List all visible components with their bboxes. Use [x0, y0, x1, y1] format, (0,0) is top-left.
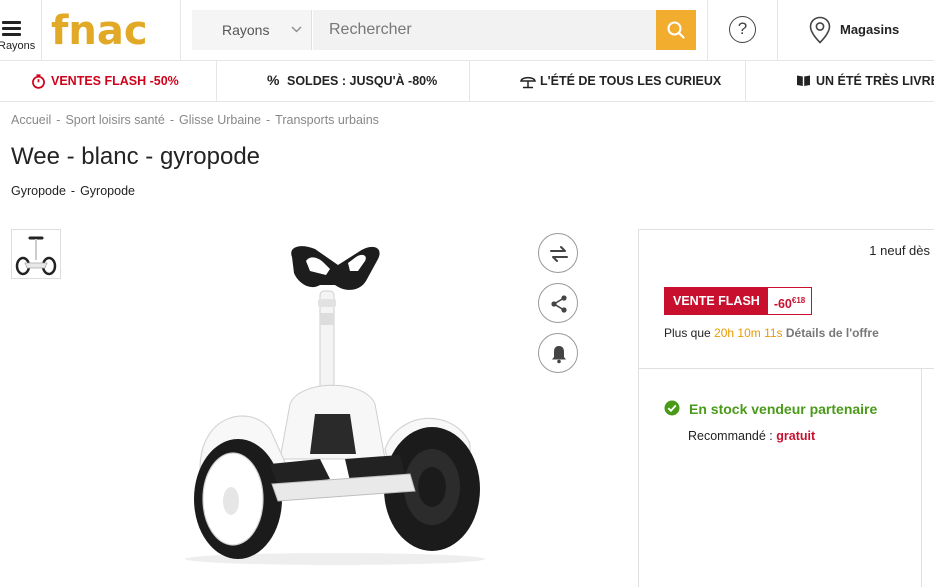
divider	[921, 369, 922, 587]
recommended-value: gratuit	[776, 429, 816, 443]
fnac-logo-icon: fnac	[51, 10, 148, 50]
promo-label: Soldes : jusqu'à -80%	[287, 74, 438, 88]
flash-discount: -60€18	[767, 288, 812, 314]
hamburger-icon	[2, 21, 21, 36]
breadcrumb-link[interactable]: Transports urbains	[275, 113, 379, 127]
search-bar: Rayons	[192, 10, 696, 50]
check-circle-icon	[664, 400, 680, 416]
delivery-recommendation: Recommandé : gratuit	[688, 429, 815, 443]
breadcrumb-link[interactable]: Glisse Urbaine	[179, 113, 261, 127]
recommended-label: Recommandé :	[688, 429, 773, 443]
bell-icon	[552, 346, 566, 364]
swap-arrows-icon	[550, 246, 568, 262]
parasol-icon	[520, 76, 536, 89]
menu-button[interactable]: Rayons	[0, 0, 42, 60]
book-icon	[797, 75, 810, 86]
product-categories: Gyropode - Gyropode	[11, 184, 135, 198]
promo-ventes-flash[interactable]: Ventes flash -50%	[0, 61, 217, 101]
flash-timer: Plus que 20h 10m 11s Détails de l'offre	[664, 326, 879, 340]
share-button[interactable]	[538, 283, 578, 323]
menu-label: Rayons	[0, 40, 36, 52]
breadcrumb-link[interactable]: Sport loisirs santé	[65, 113, 164, 127]
alert-button[interactable]	[538, 333, 578, 373]
promo-ete-livre[interactable]: Un été très livre	[746, 61, 934, 101]
promo-ete-curieux[interactable]: L'été de tous les curieux	[470, 61, 746, 101]
stores-label: Magasins	[840, 22, 900, 37]
product-title: Wee - blanc - gyropode	[11, 143, 261, 170]
search-icon	[667, 21, 685, 39]
breadcrumb: Accueil - Sport loisirs santé - Glisse Urbai…	[11, 113, 379, 127]
flash-sale-badge: VENTE FLASH -60€18	[664, 287, 813, 315]
promo-label: Un été très livre	[816, 74, 934, 88]
chevron-down-icon	[291, 26, 302, 33]
gyropode-image	[185, 246, 485, 565]
promo-soldes[interactable]: % Soldes : jusqu'à -80%	[217, 61, 470, 101]
category-select[interactable]: Rayons	[192, 10, 312, 50]
stores-button[interactable]: Magasins	[779, 0, 934, 60]
category-link[interactable]: Gyropode	[11, 184, 66, 198]
category-select-label: Rayons	[222, 22, 270, 38]
search-input[interactable]	[313, 10, 657, 50]
gyropode-thumbnail-image	[15, 236, 57, 276]
timer-value: 20h 10m 11s	[714, 326, 783, 340]
offer-details-link[interactable]: Détails de l'offre	[786, 326, 879, 340]
flash-sale-label: VENTE FLASH	[665, 288, 768, 314]
percent-icon: %	[267, 72, 280, 88]
compare-button[interactable]	[538, 233, 578, 273]
share-icon	[551, 295, 567, 313]
site-header: Rayons fnac Rayons ? Magasins	[0, 0, 934, 61]
product-thumbnail[interactable]	[11, 229, 61, 279]
discount-amount: -60	[773, 297, 792, 312]
promo-label: L'été de tous les curieux	[540, 74, 722, 88]
stock-text: En stock vendeur partenaire	[689, 401, 878, 417]
help-button[interactable]: ?	[707, 0, 778, 60]
help-icon: ?	[729, 16, 756, 43]
stopwatch-icon	[32, 74, 45, 89]
breadcrumb-link[interactable]: Accueil	[11, 113, 51, 127]
divider	[639, 368, 934, 369]
category-link[interactable]: Gyropode	[80, 184, 135, 198]
fnac-logo[interactable]: fnac	[43, 0, 181, 60]
discount-cents: €18	[791, 296, 806, 305]
product-image[interactable]	[160, 229, 505, 569]
offer-count[interactable]: 1 neuf dès	[869, 243, 930, 258]
offer-panel: 1 neuf dès VENTE FLASH -60€18 Plus que 2…	[638, 229, 934, 587]
promo-nav: Ventes flash -50% % Soldes : jusqu'à -80…	[0, 61, 934, 102]
map-pin-icon	[809, 16, 831, 44]
timer-prefix: Plus que	[664, 326, 711, 340]
svg-text:fnac: fnac	[51, 10, 148, 50]
promo-label: Ventes flash -50%	[51, 74, 179, 88]
search-button[interactable]	[656, 10, 696, 50]
